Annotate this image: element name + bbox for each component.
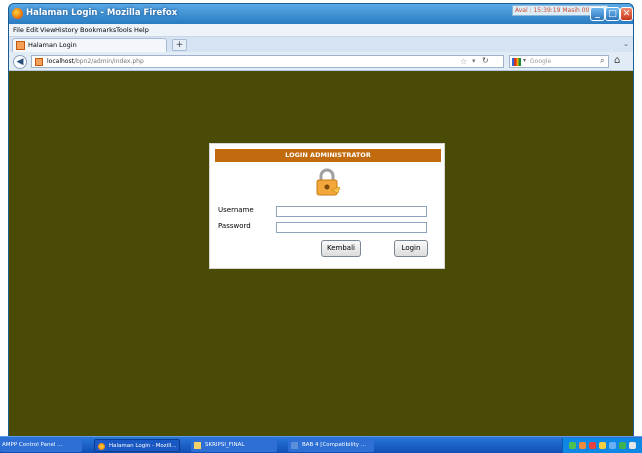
password-input[interactable] — [276, 222, 427, 233]
title-bar[interactable]: Halaman Login - Mozilla Firefox Aval : 1… — [9, 4, 633, 24]
url-path: /bpn2/admin/index.php — [73, 58, 144, 65]
page-favicon-icon — [16, 41, 25, 50]
taskbar-item-label: BAB 4 [Compatibility ... — [302, 442, 367, 448]
tray-network-icon[interactable] — [569, 442, 576, 449]
address-bar[interactable]: localhost/bpn2/admin/index.php ☆ ▾ ↻ — [31, 55, 504, 68]
taskbar-item-label: Halaman Login - Mozill... — [109, 443, 177, 449]
menu-view[interactable]: View — [40, 26, 55, 34]
tray-clock-icon[interactable] — [629, 442, 636, 449]
back-button[interactable]: ◀ — [13, 55, 27, 69]
username-input[interactable] — [276, 206, 427, 217]
firefox-logo-icon — [12, 8, 23, 19]
reload-icon[interactable]: ↻ — [482, 56, 489, 65]
page-content: LOGIN ADMINISTRATOR Username Password Ke… — [9, 71, 633, 437]
tab-halaman-login[interactable]: Halaman Login — [12, 38, 167, 52]
search-icon[interactable]: ⌕ — [600, 56, 604, 66]
search-engine-icon[interactable] — [512, 58, 521, 66]
folder-icon — [194, 442, 201, 449]
new-tab-button[interactable]: + — [172, 39, 187, 51]
bookmark-star-icon[interactable]: ☆ — [460, 57, 467, 66]
minimize-button[interactable]: _ — [590, 7, 605, 21]
tray-warning-icon[interactable] — [599, 442, 606, 449]
lock-icon — [316, 168, 341, 196]
menu-bar: File Edit View History Bookmarks Tools H… — [9, 24, 633, 37]
tab-label: Halaman Login — [28, 41, 77, 49]
firefox-icon — [98, 443, 105, 450]
tab-bar: Halaman Login + ⌄ — [9, 37, 633, 52]
search-bar[interactable]: ▾ Google ⌕ — [509, 55, 609, 68]
search-engine-dropdown-icon[interactable]: ▾ — [523, 57, 526, 64]
window-title: Halaman Login - Mozilla Firefox — [26, 8, 178, 18]
url-favicon-icon — [35, 58, 43, 66]
tab-list-chevron-icon[interactable]: ⌄ — [623, 40, 629, 48]
url-host: localhost — [47, 58, 74, 65]
taskbar-item-firefox[interactable]: Halaman Login - Mozill... — [94, 439, 180, 452]
password-label: Password — [218, 222, 251, 230]
home-icon[interactable]: ⌂ — [614, 55, 620, 66]
word-document-icon — [291, 442, 298, 449]
login-panel: LOGIN ADMINISTRATOR Username Password Ke… — [209, 143, 445, 269]
login-header: LOGIN ADMINISTRATOR — [215, 149, 441, 162]
menu-bookmarks[interactable]: Bookmarks — [80, 26, 116, 34]
taskbar-item-label: SKRIPSI_FINAL — [205, 442, 245, 448]
search-placeholder: Google — [530, 58, 552, 65]
menu-file[interactable]: File — [13, 26, 24, 34]
taskbar-item-word[interactable]: BAB 4 [Compatibility ... — [288, 439, 374, 452]
navigation-bar: ◀ localhost/bpn2/admin/index.php ☆ ▾ ↻ ▾… — [9, 52, 633, 71]
menu-tools[interactable]: Tools — [116, 26, 132, 34]
menu-help[interactable]: Help — [134, 26, 149, 34]
tray-volume-icon[interactable] — [609, 442, 616, 449]
url-text: localhost/bpn2/admin/index.php — [47, 58, 144, 65]
tray-app-icon[interactable] — [579, 442, 586, 449]
url-history-dropdown-icon[interactable]: ▾ — [472, 57, 476, 65]
system-tray — [562, 438, 642, 453]
tray-antivirus-icon[interactable] — [589, 442, 596, 449]
back-button[interactable]: Kembali — [321, 240, 361, 257]
browser-window: Halaman Login - Mozilla Firefox Aval : 1… — [8, 3, 634, 453]
close-button[interactable]: ✕ — [620, 7, 633, 21]
taskbar-item-xampp[interactable]: AMPP Control Panel ... — [0, 439, 82, 452]
login-button[interactable]: Login — [394, 240, 428, 257]
menu-edit[interactable]: Edit — [26, 26, 39, 34]
maximize-button[interactable]: □ — [605, 7, 620, 21]
tray-update-icon[interactable] — [619, 442, 626, 449]
menu-history[interactable]: History — [55, 26, 78, 34]
taskbar-item-folder[interactable]: SKRIPSI_FINAL — [191, 439, 277, 452]
taskbar: AMPP Control Panel ... Halaman Login - M… — [0, 436, 642, 453]
username-label: Username — [218, 206, 254, 214]
